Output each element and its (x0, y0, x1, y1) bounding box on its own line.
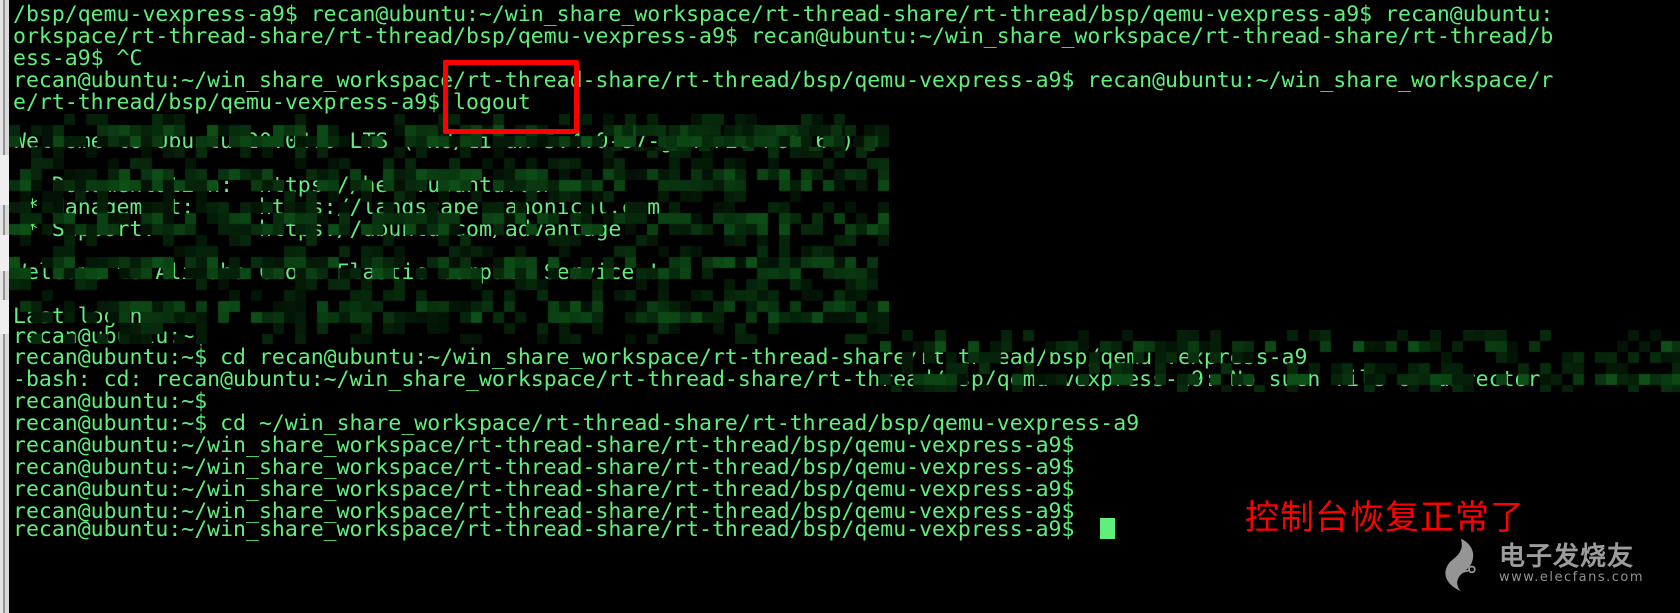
watermark-brand: 电子发烧友 (1499, 541, 1635, 572)
terminal-line: recan@ubuntu:~/win_share_workspace/rt-th… (13, 477, 1075, 502)
terminal-cursor (1100, 518, 1115, 539)
terminal-line-motd: * Documentation: https://help.ubuntu.com (13, 173, 557, 198)
watermark-url: www.elecfans.com (1499, 569, 1645, 585)
terminal-line: /bsp/qemu-vexpress-a9$ recan@ubuntu:~/wi… (13, 2, 1554, 27)
watermark-text: 电子发烧友 www.elecfans.com (1499, 541, 1645, 585)
terminal-line: recan@ubuntu:~/win_share_workspace/rt-th… (13, 455, 1075, 480)
terminal-line: ess-a9$ ^C (13, 46, 143, 71)
site-watermark: 电子发烧友 www.elecfans.com (1432, 535, 1644, 593)
terminal-line-motd: Welcome to Alibaba Cloud Elastic Compute… (13, 260, 661, 285)
terminal-line: recan@ubuntu:~/win_share_workspace/rt-th… (13, 68, 1554, 93)
terminal-line: recan@ubuntu:~$ (13, 324, 208, 349)
terminal-line-motd: * Support: https://ubuntu.com/advantage (13, 217, 622, 242)
edge-highlight-2 (0, 235, 9, 271)
terminal-line-motd: * Management: https://landscape.canonica… (13, 195, 661, 220)
terminal-window: /bsp/qemu-vexpress-a9$ recan@ubuntu:~/wi… (0, 0, 1680, 613)
elecfans-logo-icon (1445, 538, 1476, 592)
terminal-line: recan@ubuntu:~/win_share_workspace/rt-th… (13, 433, 1075, 458)
terminal-line: recan@ubuntu:~/win_share_workspace/rt-th… (13, 517, 1075, 542)
terminal-line-motd: Welcome to Ubuntu 20.04.3 LTS (GNU/Linux… (13, 129, 855, 154)
logout-highlight-box (443, 60, 579, 134)
terminal-line: recan@ubuntu:~$ cd recan@ubuntu:~/win_sh… (13, 345, 1308, 370)
terminal-line: orkspace/rt-thread-share/rt-thread/bsp/q… (13, 24, 1554, 49)
terminal-line: recan@ubuntu:~$ (13, 389, 208, 414)
terminal-line: -bash: cd: recan@ubuntu:~/win_share_work… (13, 367, 1554, 392)
annotation-note: 控制台恢复正常了 (1245, 498, 1525, 538)
edge-highlight-3 (0, 300, 9, 334)
edge-highlight-1 (0, 155, 9, 205)
terminal-line: recan@ubuntu:~$ cd ~/win_share_workspace… (13, 411, 1140, 436)
